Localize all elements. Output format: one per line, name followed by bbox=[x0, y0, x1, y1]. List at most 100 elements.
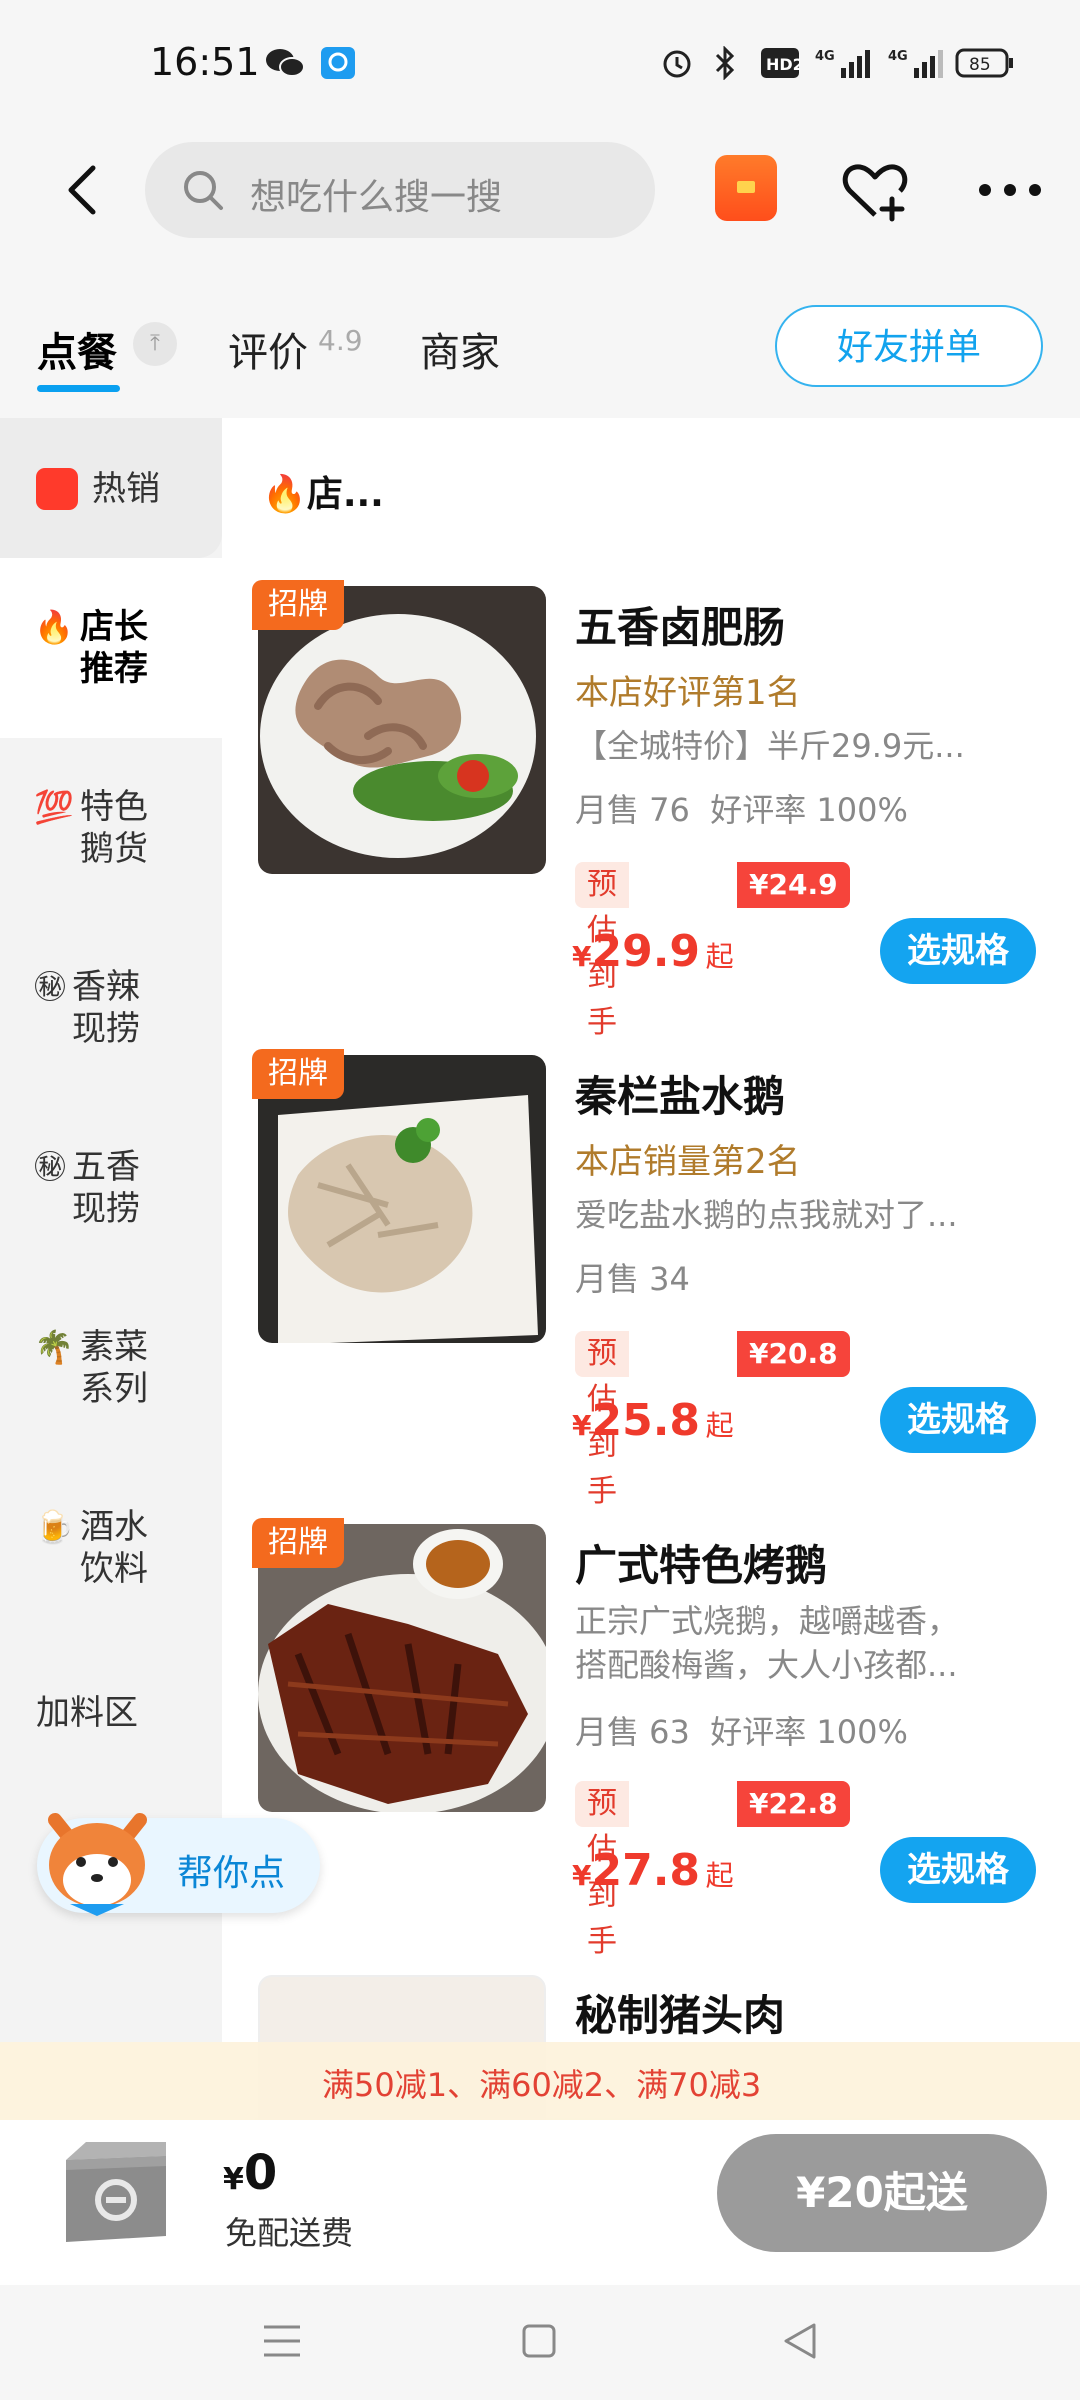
sidebar-item-goose[interactable]: 💯 特色 鹅货 bbox=[0, 738, 222, 918]
product-name[interactable]: 五香卤肥肠 bbox=[575, 594, 785, 655]
sidebar-item-label: 香辣 bbox=[72, 967, 140, 1007]
status-time: 16:51 bbox=[150, 40, 260, 84]
tab-order[interactable]: 点餐 bbox=[37, 320, 117, 378]
product-price: ¥27.8 起 bbox=[572, 1845, 734, 1896]
tab-reviews[interactable]: 评价 bbox=[228, 320, 308, 378]
fire-icon: 🔥 bbox=[34, 608, 74, 646]
signal-4g-icon-1: 4G bbox=[815, 46, 875, 80]
review-rating: 4.9 bbox=[318, 324, 363, 357]
delivery-fee: 免配送费 bbox=[225, 2214, 354, 2252]
app-notification-icon bbox=[320, 46, 356, 80]
sidebar-item-label: 推荐 bbox=[80, 649, 148, 689]
sidebar-item-label: 加料区 bbox=[36, 1693, 138, 1733]
battery-icon: 85 bbox=[955, 46, 1015, 80]
signal-4g-icon-2: 4G bbox=[888, 46, 948, 80]
product-price: ¥25.8 起 bbox=[572, 1395, 734, 1446]
sidebar-item-label: 五香 bbox=[72, 1147, 140, 1187]
search-placeholder: 想吃什么搜一搜 bbox=[250, 177, 503, 218]
section-title: 🔥店... bbox=[262, 474, 384, 515]
estimated-label: 预估到手 bbox=[575, 862, 629, 1040]
svg-text:4G: 4G bbox=[888, 49, 908, 64]
search-icon bbox=[184, 171, 223, 210]
product-description: 【全城特价】半斤29.9元... bbox=[575, 727, 965, 765]
hundred-points-icon: 💯 bbox=[34, 788, 74, 826]
fire-badge-icon bbox=[36, 468, 78, 510]
estimated-price: ¥22.8起 bbox=[737, 1781, 850, 1866]
product-rank: 本店销量第2名 bbox=[575, 1142, 801, 1182]
product-sales: 月售 76 好评率 100% bbox=[575, 791, 908, 829]
chevron-left-icon bbox=[68, 165, 96, 215]
sidebar-item-label: 现捞 bbox=[72, 1189, 140, 1229]
more-dots-icon bbox=[979, 184, 1041, 196]
estimated-price: ¥24.9起 bbox=[737, 862, 850, 947]
sidebar-item-five-spice[interactable]: ㊙ 五香 现捞 bbox=[0, 1098, 222, 1278]
product-description: 爱吃盐水鹅的点我就对了... bbox=[575, 1196, 958, 1234]
select-spec-button[interactable]: 选规格 bbox=[880, 1387, 1036, 1453]
sidebar-item-label: 饮料 bbox=[80, 1549, 148, 1589]
sidebar-item-label: 系列 bbox=[80, 1369, 148, 1409]
sidebar-item-label: 特色 bbox=[80, 787, 148, 827]
sidebar-item-spicy[interactable]: ㊙ 香辣 现捞 bbox=[0, 918, 222, 1098]
favorite-add-button[interactable] bbox=[840, 155, 910, 225]
product-sales: 月售 34 bbox=[575, 1260, 690, 1298]
product-good-rate: 好评率 100% bbox=[710, 791, 908, 829]
product-rank: 本店好评第1名 bbox=[575, 673, 801, 713]
palm-tree-icon: 🌴 bbox=[34, 1328, 74, 1366]
shiba-mascot-icon[interactable] bbox=[35, 1800, 160, 1922]
sidebar-item-hot[interactable]: 热销 bbox=[0, 418, 222, 558]
product-name[interactable]: 秦栏盐水鹅 bbox=[575, 1063, 785, 1124]
sidebar-item-drinks[interactable]: 🍺 酒水 饮料 bbox=[0, 1458, 222, 1638]
menu-icon[interactable] bbox=[262, 2323, 302, 2359]
pin-top-icon[interactable]: ⤒ bbox=[133, 322, 177, 366]
sidebar-item-label: 素菜 bbox=[80, 1327, 148, 1367]
select-spec-button[interactable]: 选规格 bbox=[880, 918, 1036, 984]
back-button[interactable] bbox=[55, 160, 115, 220]
wechat-icon bbox=[265, 46, 305, 80]
discount-banner: 满50减1、满60减2、满70减3 bbox=[0, 2042, 1080, 2120]
back-nav-icon[interactable] bbox=[780, 2321, 818, 2361]
sidebar-item-label: 鹅货 bbox=[80, 829, 148, 869]
product-name[interactable]: 秘制猪头肉 bbox=[575, 1982, 785, 2043]
sidebar-item-label: 热销 bbox=[92, 469, 160, 509]
tab-merchant[interactable]: 商家 bbox=[420, 320, 500, 378]
product-name[interactable]: 广式特色烤鹅 bbox=[575, 1532, 827, 1593]
estimated-label: 预估到手 bbox=[575, 1331, 629, 1509]
discount-text: 满50减1、满60减2、满70减3 bbox=[322, 2066, 762, 2104]
alarm-icon bbox=[660, 46, 694, 80]
help-order-label: 帮你点 bbox=[177, 1853, 286, 1894]
sidebar-item-manager-recommend[interactable]: 🔥 店长 推荐 bbox=[0, 558, 222, 738]
product-good-rate: 好评率 100% bbox=[710, 1713, 908, 1751]
friend-group-order-button[interactable]: 好友拼单 bbox=[775, 305, 1043, 387]
system-navigation-bar bbox=[0, 2285, 1080, 2400]
hd-icon: HD2 bbox=[760, 46, 804, 80]
product-sales: 月售 63 好评率 100% bbox=[575, 1713, 908, 1751]
heart-plus-icon bbox=[842, 164, 908, 222]
status-bar: 16:51 HD2 4G 4G 85 bbox=[0, 0, 1080, 130]
signature-badge: 招牌 bbox=[252, 1049, 344, 1099]
beer-icon: 🍺 bbox=[34, 1508, 74, 1546]
estimated-label: 预估到手 bbox=[575, 1781, 629, 1959]
sidebar-item-vegetables[interactable]: 🌴 素菜 系列 bbox=[0, 1278, 222, 1458]
sidebar-item-label: 店长 bbox=[80, 607, 148, 647]
signature-badge: 招牌 bbox=[252, 580, 344, 630]
sidebar-item-addons[interactable]: 加料区 bbox=[0, 1638, 222, 1778]
signature-badge: 招牌 bbox=[252, 1518, 344, 1568]
sidebar-item-label: 酒水 bbox=[80, 1507, 148, 1547]
svg-text:HD2: HD2 bbox=[766, 55, 800, 74]
sidebar-item-label: 现捞 bbox=[72, 1009, 140, 1049]
svg-text:4G: 4G bbox=[815, 49, 835, 64]
secret-icon: ㊙ bbox=[34, 968, 67, 1006]
secret-icon: ㊙ bbox=[34, 1148, 67, 1186]
red-packet-icon[interactable] bbox=[715, 155, 777, 221]
min-order-button[interactable]: ¥20起送 bbox=[717, 2134, 1047, 2252]
product-description-line2: 搭配酸梅酱，大人小孩都... bbox=[575, 1646, 958, 1684]
svg-text:85: 85 bbox=[969, 55, 991, 75]
product-price: ¥29.9 起 bbox=[572, 926, 734, 977]
more-button[interactable] bbox=[975, 180, 1045, 200]
select-spec-button[interactable]: 选规格 bbox=[880, 1837, 1036, 1903]
search-input[interactable]: 想吃什么搜一搜 bbox=[145, 142, 655, 238]
tab-active-indicator bbox=[37, 385, 120, 392]
cart-total: ¥0 bbox=[223, 2145, 278, 2201]
cart-bag-icon[interactable] bbox=[50, 2130, 182, 2258]
home-icon[interactable] bbox=[521, 2323, 557, 2359]
